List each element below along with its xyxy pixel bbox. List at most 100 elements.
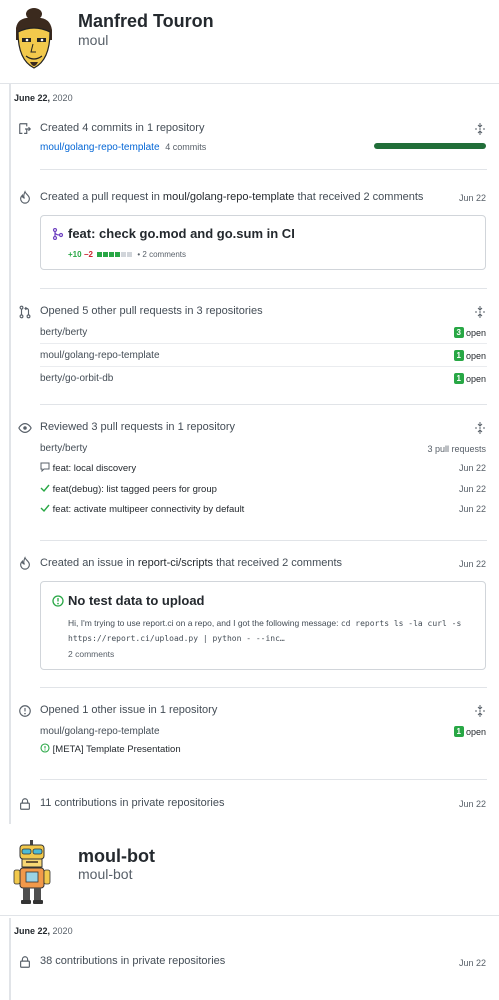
profile-name[interactable]: Manfred Touron [78, 11, 214, 32]
divider [40, 687, 487, 688]
pr-repo-link[interactable]: moul/golang-repo-template [163, 191, 294, 203]
open-count-badge[interactable]: 3 open [453, 327, 486, 338]
reviews-repo-count: 3 pull requests [427, 444, 486, 454]
repo-push-icon [16, 120, 34, 138]
check-icon [40, 484, 50, 493]
review-item[interactable]: feat: activate multipeer connectivity by… [40, 503, 244, 515]
open-count-badge[interactable]: 1 open [453, 726, 486, 737]
open-label: open [465, 726, 486, 737]
open-count: 1 [453, 350, 464, 361]
other-prs-title: Opened 5 other pull requests in 3 reposi… [40, 305, 263, 317]
divider [40, 343, 487, 344]
divider [40, 779, 487, 780]
lock-icon [16, 795, 34, 813]
issue-title-suffix: that received 2 comments [216, 557, 343, 569]
review-item[interactable]: feat(debug): list tagged peers for group [40, 483, 217, 495]
reviews-title: Reviewed 3 pull requests in 1 repository [40, 421, 236, 433]
issue-card-title[interactable]: No test data to upload [68, 593, 205, 608]
timeline-line [9, 84, 11, 824]
date-label: June 22, [14, 93, 51, 103]
issue-repo-link[interactable]: report-ci/scripts [138, 557, 213, 569]
fold-icon[interactable] [474, 421, 486, 435]
activity-date: June 22, 2020 [14, 926, 73, 936]
divider [40, 404, 487, 405]
open-count: 1 [453, 726, 464, 737]
open-label: open [465, 373, 486, 384]
open-count: 3 [453, 327, 464, 338]
divider [40, 169, 487, 170]
avatar[interactable] [6, 6, 62, 72]
pr-diffstat [97, 252, 133, 258]
review-item[interactable]: feat: local discovery [40, 462, 136, 474]
open-label: open [465, 327, 486, 338]
profile-login[interactable]: moul [78, 32, 108, 48]
open-count-badge[interactable]: 1 open [453, 350, 486, 361]
other-pr-repo[interactable]: berty/berty [40, 327, 87, 338]
activity-date: June 22, 2020 [14, 93, 73, 103]
lock-icon [16, 953, 34, 971]
issue-body-text: Hi, I'm trying to use report.ci on a rep… [68, 618, 339, 628]
date-label: June 22, [14, 926, 51, 936]
pr-deletions: −2 [83, 250, 93, 259]
diffstat-block [127, 252, 133, 258]
open-count-badge[interactable]: 1 open [453, 373, 486, 384]
other-issues-title: Opened 1 other issue in 1 repository [40, 704, 218, 716]
diffstat-block [115, 252, 121, 258]
check-icon [40, 504, 50, 513]
profile-name[interactable]: moul-bot [78, 846, 155, 867]
private-date: Jun 22 [458, 799, 486, 809]
date-year: 2020 [52, 926, 73, 936]
review-item-label: feat(debug): list tagged peers for group [52, 484, 217, 495]
open-count: 1 [453, 373, 464, 384]
diffstat-block [121, 252, 127, 258]
flame-icon [16, 554, 34, 572]
other-issue-repo[interactable]: moul/golang-repo-template [40, 726, 160, 737]
fold-icon[interactable] [474, 305, 486, 319]
pr-title: Created a pull request in moul/golang-re… [40, 191, 423, 203]
issue-card-body: Hi, I'm trying to use report.ci on a rep… [68, 616, 478, 646]
avatar[interactable] [12, 840, 52, 906]
review-item-label: feat: activate multipeer connectivity by… [52, 504, 245, 515]
private-date: Jun 22 [458, 958, 486, 968]
pr-title-suffix: that received 2 comments [297, 191, 424, 203]
issue-opened-icon [16, 702, 34, 720]
reviews-repo[interactable]: berty/berty [40, 443, 87, 454]
profile-login[interactable]: moul-bot [78, 866, 132, 882]
divider [40, 288, 487, 289]
commits-repo-link[interactable]: moul/golang-repo-template [40, 142, 160, 153]
open-label: open [465, 350, 486, 361]
merged-pr-icon [52, 228, 64, 240]
fold-icon[interactable] [474, 704, 486, 718]
comment-icon [40, 462, 50, 473]
issue-date: Jun 22 [458, 559, 486, 569]
commits-title: Created 4 commits in 1 repository [40, 122, 205, 134]
other-pr-repo[interactable]: moul/golang-repo-template [40, 350, 160, 361]
pr-title-prefix: Created a pull request in [40, 191, 160, 203]
issue-opened-icon [40, 743, 50, 753]
review-item-label: feat: local discovery [52, 463, 137, 474]
private-title: 38 contributions in private repositories [40, 955, 226, 967]
other-pr-repo[interactable]: berty/go-orbit-db [40, 373, 113, 384]
issue-card-comments[interactable]: 2 comments [68, 649, 114, 659]
pr-card-meta: +10 −2 • 2 comments [68, 250, 186, 259]
commits-count[interactable]: 4 commits [165, 142, 206, 152]
diffstat-block [97, 252, 103, 258]
pr-additions: +10 [68, 250, 82, 259]
review-item-date: Jun 22 [458, 463, 486, 473]
commits-repo-row: moul/golang-repo-template 4 commits [40, 142, 206, 153]
fold-icon[interactable] [474, 122, 486, 136]
pr-card-title[interactable]: feat: check go.mod and go.sum in CI [68, 226, 295, 241]
issue-title: Created an issue in report-ci/scripts th… [40, 557, 342, 569]
review-item-date: Jun 22 [458, 484, 486, 494]
diffstat-block [109, 252, 115, 258]
other-issue-label: [META] Template Presentation [52, 744, 181, 755]
other-issue-item[interactable]: [META] Template Presentation [40, 743, 181, 755]
divider [40, 366, 487, 367]
flame-icon [16, 188, 34, 206]
divider [40, 540, 487, 541]
issue-opened-icon [52, 595, 64, 607]
divider [0, 915, 499, 916]
issue-title-prefix: Created an issue in [40, 557, 135, 569]
pr-card: feat: check go.mod and go.sum in CI +10 … [40, 215, 486, 270]
pr-comments[interactable]: • 2 comments [137, 250, 186, 259]
